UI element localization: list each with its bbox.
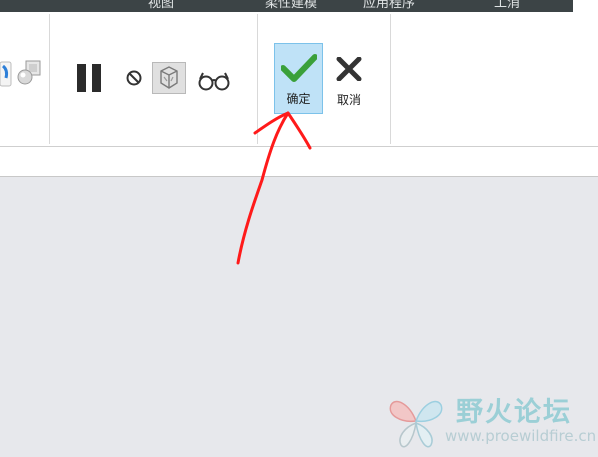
menu-item-flexible-modeling[interactable]: 柔性建模	[265, 0, 317, 11]
feature-preview-icon[interactable]	[152, 62, 186, 94]
ribbon-divider	[257, 14, 258, 144]
cancel-button-label: 取消	[336, 93, 361, 107]
close-icon	[336, 56, 362, 85]
watermark: 野火论坛 www.proewildfire.cn	[385, 388, 598, 457]
secondary-toolbar	[0, 147, 598, 177]
menu-item-applications[interactable]: 应用程序	[363, 0, 415, 11]
ok-button-label: 确定	[286, 92, 311, 106]
menu-bar: 视图 柔性建模 应用程序 工消	[0, 0, 573, 12]
ribbon-divider	[49, 14, 50, 144]
cancel-button[interactable]: 取消	[326, 43, 372, 114]
watermark-url: www.proewildfire.cn	[445, 427, 597, 445]
checkmark-icon	[280, 54, 318, 86]
glasses-icon[interactable]	[197, 70, 231, 92]
menu-item-tools[interactable]: 工消	[494, 0, 520, 11]
menu-item-view[interactable]: 视图	[148, 0, 174, 11]
pause-icon[interactable]	[75, 64, 107, 92]
butterfly-logo-icon	[387, 391, 445, 455]
ok-button[interactable]: 确定	[274, 43, 323, 114]
disable-icon[interactable]	[125, 69, 143, 87]
shape-tool-icon[interactable]	[0, 58, 12, 90]
watermark-title: 野火论坛	[456, 397, 572, 428]
ribbon-divider	[390, 14, 391, 144]
sphere-box-icon[interactable]	[16, 59, 42, 87]
